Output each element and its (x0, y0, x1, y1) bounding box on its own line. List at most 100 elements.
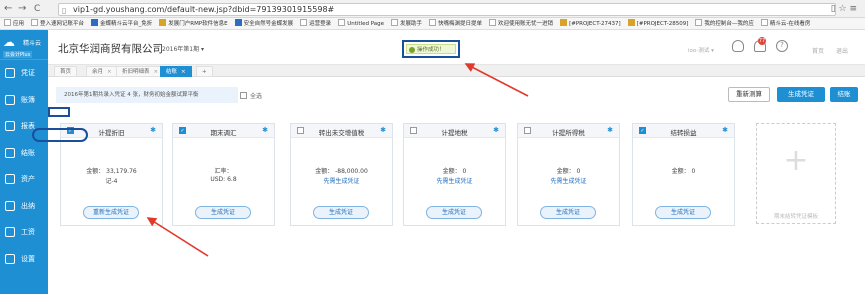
tab-2[interactable]: 折旧明细表 × (116, 66, 165, 77)
bookmark-item[interactable]: 金蝶精斗云平台_免折 (91, 18, 153, 29)
asset-icon (5, 174, 15, 185)
tab-3[interactable]: 结账 × (160, 66, 192, 77)
bookmark-item[interactable]: [#PROJECT-28509] (627, 18, 688, 29)
sidebar-item-label: 账簿 (21, 95, 35, 104)
closing-task-card: 计提所得税 ✱ 金额： 0 先需生成凭证 生成凭证 (517, 123, 620, 226)
generate-voucher-card-button[interactable]: 生成凭证 (313, 206, 369, 219)
reload-icon[interactable]: C (34, 3, 40, 15)
bookmark-item[interactable]: 安全自然号金蝶发展 (234, 18, 294, 29)
tab-label: 折旧明细表 (122, 69, 150, 75)
generate-voucher-card-button[interactable]: 生成凭证 (195, 206, 251, 219)
bookmark-item[interactable]: 发展助手 (391, 18, 423, 29)
brand-subtitle: 云会计Plus (3, 51, 33, 58)
card-detail[interactable]: 先需生成凭证 (518, 176, 619, 185)
bookmark-label: 快嘴梅渊提日提单 (438, 21, 483, 27)
logout-link[interactable]: 退出 (836, 46, 848, 55)
select-all-checkbox[interactable]: 全选 (240, 91, 262, 100)
close-icon[interactable]: × (107, 69, 112, 75)
card-detail[interactable]: 先需生成凭证 (404, 176, 505, 185)
generate-voucher-card-button[interactable]: 生成凭证 (426, 206, 482, 219)
card-header: ✓ 结转损益 ✱ (633, 124, 734, 138)
bookmark-item[interactable]: 发展门户RMP软件信息E (159, 18, 228, 29)
recalculate-button[interactable]: 重新测算 (728, 87, 770, 102)
sidebar-item-1[interactable]: 账簿 (0, 87, 48, 114)
bookmark-item[interactable]: 我的控制台—我的应 (695, 18, 754, 29)
generate-voucher-card-button[interactable]: 生成凭证 (655, 206, 711, 219)
card-header: ✓ 期末调汇 ✱ (173, 124, 274, 138)
sidebar-item-4[interactable]: 资产 (0, 166, 48, 193)
gear-icon[interactable]: ✱ (262, 126, 268, 134)
extension-icons[interactable]: ▯ ☆ ≡ (831, 4, 857, 14)
forward-icon[interactable]: → (18, 3, 26, 15)
card-detail[interactable]: 先需生成凭证 (291, 176, 392, 185)
generate-voucher-button[interactable]: 生成凭证 (777, 87, 825, 102)
sidebar-item-3[interactable]: 结账 (0, 140, 48, 167)
bookmark-icon (489, 19, 497, 26)
voucher-icon (5, 68, 15, 79)
bookmark-label: 安全自然号金蝶发展 (243, 21, 294, 27)
tab-0[interactable]: 首页 (54, 66, 78, 77)
sidebar-item-5[interactable]: 出纳 (0, 193, 48, 220)
sidebar-item-label: 结账 (21, 148, 35, 157)
check-icon (409, 47, 415, 53)
gear-icon[interactable]: ✱ (722, 126, 728, 134)
tab-label: 余月 (92, 69, 104, 75)
tab-4[interactable]: + (196, 66, 213, 77)
bookmark-icon (234, 19, 242, 26)
card-amount: 金额： 0 (442, 168, 467, 175)
closing-task-card: 转出未交增值税 ✱ 金额： -88,000.00 先需生成凭证 生成凭证 (290, 123, 393, 226)
bookmark-icon (4, 19, 11, 26)
sidebar-item-0[interactable]: 凭证 (0, 60, 48, 87)
bookmark-icon (560, 19, 568, 26)
bookmark-icon (391, 19, 399, 26)
headset-icon[interactable] (732, 40, 744, 52)
bookmark-item[interactable]: Untitled Page (338, 18, 384, 29)
sidebar-item-label: 工资 (21, 228, 35, 237)
close-icon[interactable]: × (154, 69, 159, 75)
sidebar-item-6[interactable]: 工资 (0, 219, 48, 246)
generate-voucher-card-button[interactable]: 重新生成凭证 (83, 206, 139, 219)
add-template-label: 期末结转凭证模板 (773, 214, 818, 220)
bookmark-icon (429, 19, 437, 26)
bookmark-item[interactable]: 应用 (4, 18, 24, 29)
back-icon[interactable]: ← (4, 3, 12, 15)
tab-label: 首页 (60, 69, 72, 75)
gear-icon (5, 253, 15, 264)
browser-toolbar: ← → C ▯ vip1-gd.youshang.com/default-new… (0, 0, 865, 18)
bookmark-item[interactable]: [#PROJECT-27437] (560, 18, 621, 29)
bookmark-icon (159, 19, 167, 26)
close-account-button[interactable]: 结账 (830, 87, 858, 102)
sidebar-item-7[interactable]: 设置 (0, 246, 48, 273)
add-template-card[interactable]: + 期末结转凭证模板 (756, 123, 836, 224)
bookmark-item[interactable]: 运营登录 (300, 18, 332, 29)
bookmark-label: 金蝶精斗云平台_免折 (100, 21, 153, 27)
bookmark-item[interactable]: 精斗云-在线看房 (760, 18, 810, 29)
address-bar[interactable]: ▯ vip1-gd.youshang.com/default-new.jsp?d… (58, 3, 836, 16)
tab-1[interactable]: 余月 × (86, 66, 118, 77)
gear-icon[interactable]: ✱ (150, 126, 156, 134)
bookmark-item[interactable]: 登入速网记账平台 (31, 18, 84, 29)
card-amount: 金额： 0 (671, 168, 696, 175)
bookmark-item[interactable]: 快嘴梅渊提日提单 (429, 18, 483, 29)
card-header: 计提地税 ✱ (404, 124, 505, 138)
ledger-icon (5, 94, 15, 105)
bookmark-label: 运营登录 (309, 21, 332, 27)
logo: ☁ 精斗云 云会计Plus (0, 30, 48, 60)
user-menu[interactable]: ioo-测试 ▾ (688, 46, 714, 54)
card-amount: 金额： 33,179.76 (86, 168, 137, 175)
toast-text: 操作成功！ (417, 47, 445, 53)
gear-icon[interactable]: ✱ (493, 126, 499, 134)
help-icon[interactable]: ? (776, 40, 788, 52)
close-icon[interactable]: × (181, 69, 186, 75)
generate-voucher-card-button[interactable]: 生成凭证 (540, 206, 596, 219)
bookmark-icon (338, 19, 346, 26)
card-title: 转出未交增值税 (318, 129, 365, 137)
home-link[interactable]: 首页 (812, 46, 824, 55)
bookmark-label: 发展门户RMP软件信息E (168, 21, 228, 27)
period-select[interactable]: 2016年第1期 ▾ (162, 44, 204, 53)
bookmark-label: 发展助手 (400, 21, 423, 27)
bookmark-item[interactable]: 欢迎使用账无忧一进销 (489, 18, 553, 29)
gear-icon[interactable]: ✱ (607, 126, 613, 134)
card-detail: 记-4 (105, 178, 118, 185)
gear-icon[interactable]: ✱ (380, 126, 386, 134)
